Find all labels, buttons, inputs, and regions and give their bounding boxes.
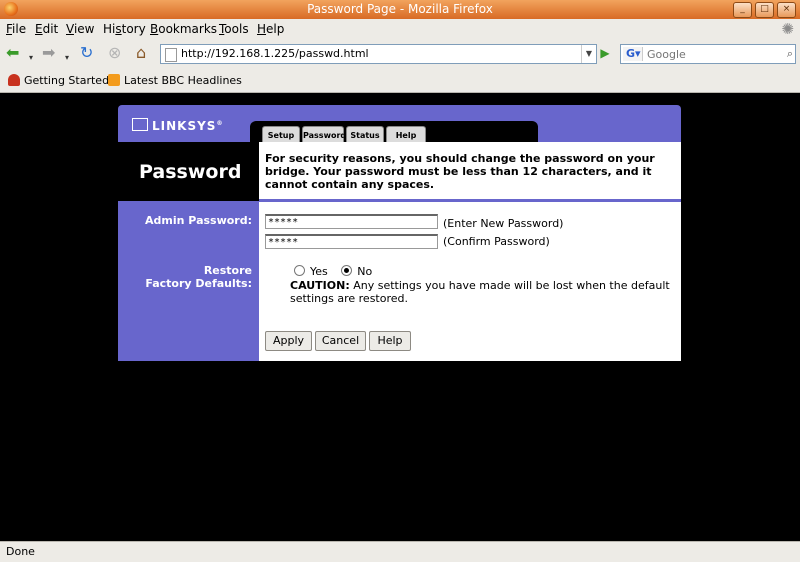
menu-file[interactable]: File (6, 22, 26, 36)
bookmarks-toolbar: Getting Started Latest BBC Headlines (0, 68, 800, 93)
getting-started-icon (8, 74, 20, 86)
status-text: Done (6, 545, 35, 558)
google-engine-icon[interactable]: G▾ (623, 47, 643, 61)
throbber-icon: ✺ (781, 20, 794, 38)
window-title: Password Page - Mozilla Firefox (307, 2, 493, 16)
factory-defaults-label: Factory Defaults: (145, 277, 252, 290)
maximize-button[interactable]: □ (755, 2, 774, 18)
window-titlebar: Password Page - Mozilla Firefox _ □ × (0, 0, 800, 19)
forward-icon[interactable]: ➡ (42, 44, 55, 62)
window-controls: _ □ × (733, 2, 796, 18)
cancel-button[interactable]: Cancel (315, 331, 366, 351)
section-divider (259, 199, 681, 202)
radio-yes[interactable]: Yes (294, 265, 328, 278)
confirm-password-input[interactable]: ***** (265, 234, 438, 249)
url-text[interactable]: http://192.168.1.225/passwd.html (181, 45, 369, 63)
search-box[interactable]: G▾ ⌕ (620, 44, 796, 64)
restore-label: Restore (203, 264, 252, 277)
linksys-logo: LINKSYS® (132, 118, 223, 133)
back-icon[interactable]: ⬅ (6, 44, 19, 62)
go-icon[interactable]: ▶ (597, 45, 613, 61)
menu-view[interactable]: View (66, 22, 94, 36)
back-history-dropdown-icon[interactable]: ▾ (29, 49, 33, 67)
menu-bar: File Edit View History Bookmarks Tools H… (0, 19, 800, 38)
search-input[interactable] (647, 45, 775, 63)
url-bar[interactable]: http://192.168.1.225/passwd.html ▼ (160, 44, 597, 64)
search-icon[interactable]: ⌕ (787, 45, 793, 63)
stop-icon[interactable]: ⊗ (108, 44, 121, 62)
close-button[interactable]: × (777, 2, 796, 18)
menu-help[interactable]: Help (257, 22, 284, 36)
page-content: LINKSYS® Setup Password Status Help Pass… (0, 93, 800, 541)
menu-history[interactable]: History (103, 22, 146, 36)
rss-feed-icon (108, 74, 120, 86)
bookmark-bbc-headlines[interactable]: Latest BBC Headlines (108, 74, 242, 87)
home-icon[interactable]: ⌂ (136, 44, 146, 62)
bookmark-getting-started[interactable]: Getting Started (8, 74, 109, 87)
radio-yes-icon[interactable] (294, 265, 305, 276)
menu-edit[interactable]: Edit (35, 22, 58, 36)
apply-button[interactable]: Apply (265, 331, 312, 351)
security-info-text: For security reasons, you should change … (265, 152, 655, 191)
confirm-password-hint: (Confirm Password) (443, 235, 550, 248)
enter-password-hint: (Enter New Password) (443, 217, 564, 230)
reload-icon[interactable]: ↻ (80, 44, 93, 62)
page-title: Password (139, 161, 242, 183)
admin-password-label: Admin Password: (145, 214, 252, 227)
forward-history-dropdown-icon[interactable]: ▾ (65, 49, 69, 67)
minimize-button[interactable]: _ (733, 2, 752, 18)
help-button[interactable]: Help (369, 331, 411, 351)
firefox-icon (4, 2, 18, 16)
radio-no[interactable]: No (341, 265, 372, 278)
new-password-input[interactable]: ***** (265, 214, 438, 229)
url-dropdown-icon[interactable]: ▼ (581, 45, 596, 63)
radio-no-icon[interactable] (341, 265, 353, 276)
menu-bookmarks[interactable]: Bookmarks (150, 22, 217, 36)
status-bar: Done (0, 541, 800, 562)
caution-text: CAUTION: Any settings you have made will… (290, 279, 670, 305)
restore-radio-group: Yes No (294, 265, 372, 278)
menu-tools[interactable]: Tools (219, 22, 249, 36)
page-icon (165, 48, 177, 62)
